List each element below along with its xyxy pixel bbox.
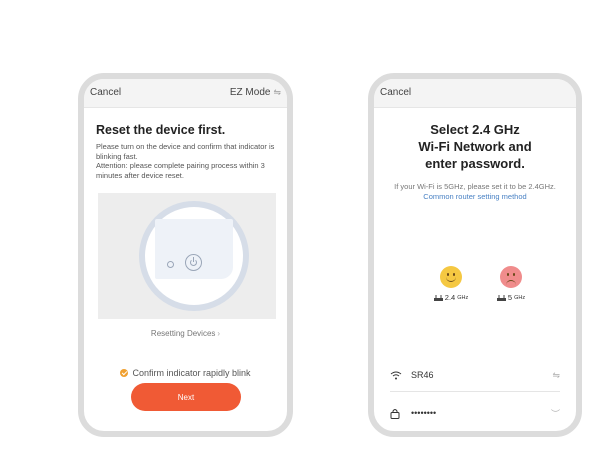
top-bar: Cancel	[374, 79, 576, 108]
mode-switch-button[interactable]: EZ Mode ⇋	[230, 87, 281, 98]
band-label: 5 GHz	[486, 293, 536, 302]
title-line-2: Wi-Fi Network and	[418, 139, 532, 154]
happy-face-icon	[440, 266, 462, 288]
mode-label: EZ Mode	[229, 87, 271, 98]
band-label: 2.4 GHz	[426, 293, 476, 302]
band-unit: GHz	[514, 294, 526, 301]
chevron-right-icon: ›	[217, 329, 221, 338]
band-2-4ghz: 2.4 GHz	[426, 266, 476, 302]
phone-wifi-setup-screen: Cancel Select 2.4 GHz Wi-Fi Network and …	[368, 73, 582, 437]
instruction-text: Please turn on the device and confirm th…	[96, 142, 275, 161]
page-title: Reset the device first.	[96, 123, 226, 137]
band-5ghz: 5 GHz	[486, 266, 536, 302]
wifi-network-field[interactable]: SR46 ⇋	[390, 362, 560, 388]
power-button-icon	[185, 254, 202, 271]
swap-icon[interactable]: ⇋	[552, 370, 560, 381]
title-line-1: Select 2.4 GHz	[430, 122, 520, 137]
top-bar: Cancel EZ Mode ⇋	[84, 79, 287, 108]
confirm-label: Confirm indicator rapidly blink	[132, 368, 251, 378]
instructions: Please turn on the device and confirm th…	[96, 142, 276, 180]
band-unit: GHz	[457, 294, 469, 301]
wifi-hint: If your Wi-Fi is 5GHz, please set it to …	[388, 182, 562, 201]
hint-text: If your Wi-Fi is 5GHz, please set it to …	[394, 182, 556, 191]
router-icon	[496, 294, 506, 301]
indicator-light-icon	[167, 261, 174, 268]
cancel-button[interactable]: Cancel	[380, 87, 411, 98]
field-divider	[390, 391, 560, 392]
band-freq: 2.4	[444, 293, 456, 302]
ssid-value: SR46	[411, 370, 434, 380]
check-icon	[120, 369, 129, 377]
cancel-button[interactable]: Cancel	[90, 87, 121, 98]
eye-closed-icon[interactable]: ︶	[551, 407, 560, 420]
device-illustration	[98, 193, 276, 319]
attention-text: Attention: please complete pairing proce…	[96, 161, 265, 180]
router-setting-link[interactable]: Common router setting method	[423, 192, 526, 201]
title-line-3: enter password.	[425, 156, 525, 171]
sad-face-icon	[500, 266, 522, 288]
password-field[interactable]: •••••••• ︶	[390, 400, 560, 426]
phone-ez-mode-screen: Cancel EZ Mode ⇋ Reset the device first.…	[78, 73, 293, 437]
swap-icon: ⇋	[273, 87, 281, 97]
resetting-devices-link[interactable]: Resetting Devices ›	[84, 329, 287, 338]
band-freq: 5	[507, 293, 513, 302]
wifi-icon	[390, 371, 404, 380]
password-value: ••••••••	[411, 408, 437, 418]
confirm-indicator-checkbox[interactable]: Confirm indicator rapidly blink	[84, 368, 287, 378]
page-title: Select 2.4 GHz Wi-Fi Network and enter p…	[374, 121, 576, 172]
resetting-devices-label: Resetting Devices	[150, 329, 216, 338]
lock-icon	[390, 408, 404, 419]
next-button[interactable]: Next	[131, 383, 241, 411]
router-icon	[433, 294, 443, 301]
